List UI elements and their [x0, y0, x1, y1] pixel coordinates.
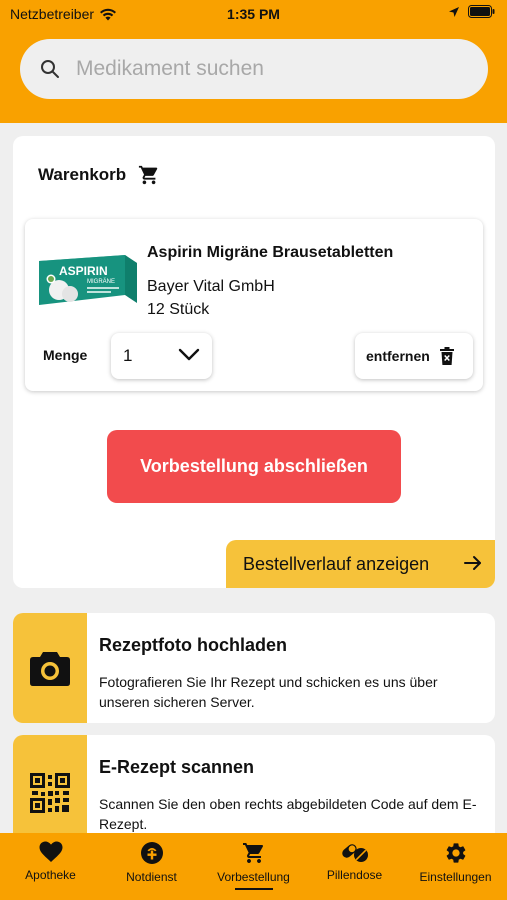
remove-label: entfernen — [366, 348, 430, 364]
cart-icon — [242, 843, 263, 863]
status-time: 1:35 PM — [227, 6, 280, 22]
quantity-label: Menge — [43, 347, 88, 363]
tab-vorbestellung-label: Vorbestellung — [217, 870, 290, 884]
search-bar[interactable] — [20, 39, 488, 99]
search-input[interactable] — [76, 57, 456, 81]
tab-einstellungen[interactable]: Einstellungen — [405, 841, 506, 884]
cart-item: ASPIRIN MIGRÄNE Aspirin Migräne Brauseta… — [25, 219, 483, 391]
trash-icon — [439, 347, 454, 365]
active-tab-indicator — [234, 888, 273, 890]
remove-button[interactable]: entfernen — [355, 333, 473, 379]
pills-icon — [341, 844, 368, 862]
order-history-button[interactable]: Bestellverlauf anzeigen — [226, 540, 495, 588]
tab-einstellungen-label: Einstellungen — [419, 870, 492, 884]
scan-erezept-description: Scannen Sie den oben rechts abgebildeten… — [99, 796, 477, 832]
tab-apotheke[interactable]: Apotheke — [0, 841, 101, 882]
tab-vorbestellung[interactable]: Vorbestellung — [203, 841, 304, 890]
header: Netzbetreiber 1:35 PM — [0, 0, 507, 123]
search-icon — [41, 60, 59, 78]
tab-notdienst[interactable]: Notdienst — [101, 841, 202, 884]
arrow-right-icon — [464, 556, 481, 570]
cart-card: Warenkorb ASPIRIN MIGRÄNE Aspirin Migrän… — [13, 136, 495, 588]
quantity-value: 1 — [123, 346, 133, 365]
upload-prescription-strip — [13, 613, 87, 723]
location-arrow-icon — [449, 6, 459, 17]
product-image: ASPIRIN MIGRÄNE — [39, 255, 137, 305]
order-history-label: Bestellverlauf anzeigen — [243, 553, 430, 574]
upload-prescription-description: Fotografieren Sie Ihr Rezept und schicke… — [99, 674, 438, 710]
tab-bar: Apotheke Notdienst Vorbestellung Pillend… — [0, 833, 507, 900]
quantity-select[interactable]: 1 — [111, 333, 212, 379]
upload-prescription-card[interactable]: Rezeptfoto hochladen Fotografieren Sie I… — [13, 613, 495, 723]
product-manufacturer: Bayer Vital GmbH — [147, 278, 275, 295]
scan-erezept-title: E-Rezept scannen — [99, 757, 255, 777]
status-bar: Netzbetreiber 1:35 PM — [0, 0, 507, 28]
complete-preorder-button[interactable]: Vorbestellung abschließen — [107, 430, 401, 503]
qr-code-icon — [30, 772, 70, 813]
cart-title: Warenkorb — [38, 164, 160, 186]
status-right — [448, 5, 495, 18]
cart-icon — [139, 165, 158, 185]
gear-icon — [446, 843, 465, 863]
heart-icon — [39, 841, 62, 862]
cart-title-text: Warenkorb — [38, 165, 127, 184]
product-package-size: 12 Stück — [147, 301, 210, 318]
product-image-subbrand: MIGRÄNE — [87, 278, 115, 285]
product-image-brand: ASPIRIN — [59, 264, 108, 278]
tab-notdienst-label: Notdienst — [126, 870, 177, 884]
emergency-icon — [140, 842, 163, 864]
camera-icon — [30, 652, 70, 686]
chevron-down-icon — [178, 348, 200, 361]
product-name: Aspirin Migräne Brausetabletten — [147, 244, 394, 261]
tab-apotheke-label: Apotheke — [25, 868, 76, 882]
battery-icon — [468, 5, 495, 18]
tab-pillendose-label: Pillendose — [326, 868, 383, 882]
tab-pillendose[interactable]: Pillendose — [304, 841, 405, 882]
upload-prescription-title: Rezeptfoto hochladen — [99, 635, 287, 655]
